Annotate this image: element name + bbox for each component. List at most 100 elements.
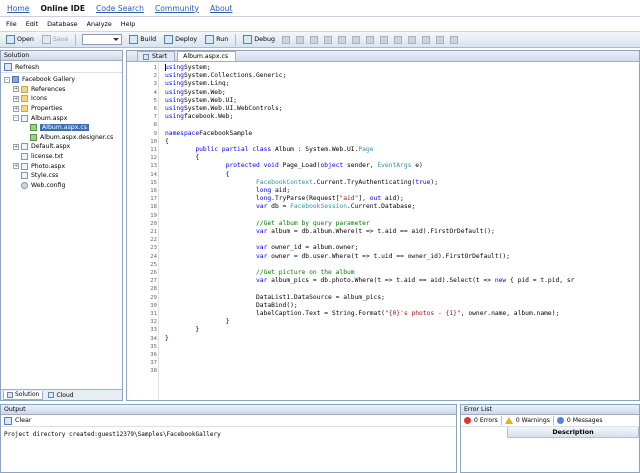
project-icon <box>12 76 19 84</box>
tab-cloud[interactable]: Cloud <box>45 391 76 400</box>
run-button[interactable]: Run <box>202 33 231 46</box>
replace-icon[interactable] <box>435 35 444 44</box>
refresh-icon <box>4 62 12 71</box>
clear-icon <box>4 416 12 425</box>
line-number: 38 <box>150 368 157 375</box>
tree-item[interactable]: + Photo.aspx <box>1 161 122 171</box>
save-button[interactable]: Save <box>39 33 71 46</box>
code-line: } <box>165 326 199 334</box>
step-into-icon[interactable] <box>281 35 290 44</box>
line-number: 6 <box>153 106 157 112</box>
line-number: 25 <box>150 261 157 268</box>
code-token: using <box>165 88 184 96</box>
solution-tab-icon <box>7 391 13 398</box>
configuration-dropdown[interactable] <box>82 34 123 45</box>
indent-icon[interactable] <box>379 35 388 44</box>
run-icon <box>205 35 215 44</box>
menu-edit[interactable]: Edit <box>26 20 38 28</box>
nav-link-community[interactable]: Community <box>155 4 199 13</box>
bookmark-icon[interactable] <box>407 35 416 44</box>
line-number: 22 <box>150 237 157 244</box>
code-token: DataBind(); <box>256 301 298 309</box>
comment-icon[interactable] <box>351 35 360 44</box>
code-line: usingSystem.Linq; <box>165 80 229 88</box>
menu-file[interactable]: File <box>6 20 17 28</box>
tree-item-label: Album.aspx <box>31 114 68 122</box>
tree-item[interactable]: + Icons <box>1 94 122 104</box>
tree-item[interactable]: Style.css <box>1 171 122 181</box>
expand-icon[interactable]: + <box>13 86 19 93</box>
tab-solution[interactable]: Solution <box>3 390 44 400</box>
nav-link-about[interactable]: About <box>210 4 232 13</box>
tree-item[interactable]: + Properties <box>1 104 122 114</box>
error-icon <box>464 417 471 424</box>
open-button[interactable]: Open <box>3 33 37 46</box>
nav-link-online-ide[interactable]: Online IDE <box>40 4 85 13</box>
start-page-icon <box>143 53 149 60</box>
text-file-icon <box>21 153 28 161</box>
line-number: 33 <box>150 327 157 334</box>
stop-debug-icon[interactable] <box>323 35 332 44</box>
editor-tab-album-aspx-cs[interactable]: Album.aspx.cs <box>177 51 237 61</box>
debug-button[interactable]: Debug <box>240 33 278 46</box>
expand-icon[interactable]: + <box>13 143 19 150</box>
tree-item[interactable]: Album.aspx.designer.cs <box>1 133 122 143</box>
solution-tabs: Solution Cloud <box>1 389 122 400</box>
expand-icon[interactable]: + <box>13 95 19 102</box>
expand-icon[interactable]: + <box>13 105 19 112</box>
build-button[interactable]: Build <box>126 33 159 46</box>
code-token: , owner.name, album.name); <box>460 310 560 317</box>
line-number: 28 <box>150 286 157 293</box>
output-text: Project directory created:guest12379\Sam… <box>4 431 221 438</box>
tree-item[interactable]: license.txt <box>1 152 122 162</box>
code-area[interactable]: 1 2 3 4 5 6 7 8 9 10 11 12 13 14 15 16 17 18 19 20 21 22 23 24 2… <box>127 63 639 400</box>
line-number: 14 <box>150 171 157 178</box>
code-token: Page <box>358 146 374 153</box>
tree-item[interactable]: Album.aspx.cs <box>1 123 122 133</box>
messages-count-toggle[interactable]: 0 Messages <box>567 417 603 424</box>
errors-count-toggle[interactable]: 0 Errors <box>474 417 498 424</box>
collapse-icon[interactable]: - <box>4 76 10 83</box>
line-number: 36 <box>150 352 157 358</box>
code-token: ); <box>430 178 438 186</box>
outdent-icon[interactable] <box>393 35 402 44</box>
line-number: 34 <box>150 335 157 342</box>
tree-item[interactable]: + Default.aspx <box>1 142 122 152</box>
menu-database[interactable]: Database <box>47 20 78 28</box>
tree-item[interactable]: - Facebook Gallery <box>1 75 122 85</box>
menu-help[interactable]: Help <box>121 20 136 28</box>
tree-item[interactable]: + References <box>1 85 122 95</box>
step-out-icon[interactable] <box>309 35 318 44</box>
tree-item[interactable]: Web.config <box>1 181 122 191</box>
collapse-icon[interactable]: - <box>13 115 19 122</box>
code-line: var db = FacebookSession.Current.Databas… <box>165 203 415 211</box>
deploy-button[interactable]: Deploy <box>161 33 200 46</box>
code-line: usingSystem.Web.UI; <box>165 97 237 105</box>
code-token: System.Collections.Generic; <box>183 72 287 80</box>
uncomment-icon[interactable] <box>365 35 374 44</box>
breakpoint-icon[interactable] <box>337 35 346 44</box>
code-token: DataList1.DataSource = album_pics; <box>256 293 385 301</box>
clear-button[interactable]: Clear <box>1 415 456 427</box>
code-token: namespace <box>165 129 200 137</box>
code-token: Page_Load( <box>278 162 321 170</box>
description-column-header[interactable]: Description <box>507 427 639 438</box>
editor-tab-start[interactable]: Start <box>137 51 176 61</box>
format-icon[interactable] <box>449 35 458 44</box>
line-number: 19 <box>150 212 157 219</box>
refresh-button[interactable]: Refresh <box>1 61 122 73</box>
warnings-count-toggle[interactable]: 0 Warnings <box>516 417 550 424</box>
find-icon[interactable] <box>421 35 430 44</box>
code-token: System.Web.UI; <box>183 96 238 104</box>
nav-link-home[interactable]: Home <box>7 4 29 13</box>
menu-analyze[interactable]: Analyze <box>87 20 112 28</box>
expand-icon[interactable]: + <box>13 163 19 170</box>
step-over-icon[interactable] <box>295 35 304 44</box>
code-line: long aid; <box>165 187 290 195</box>
tree-item[interactable]: - Album.aspx <box>1 113 122 123</box>
nav-link-code-search[interactable]: Code Search <box>96 4 144 13</box>
